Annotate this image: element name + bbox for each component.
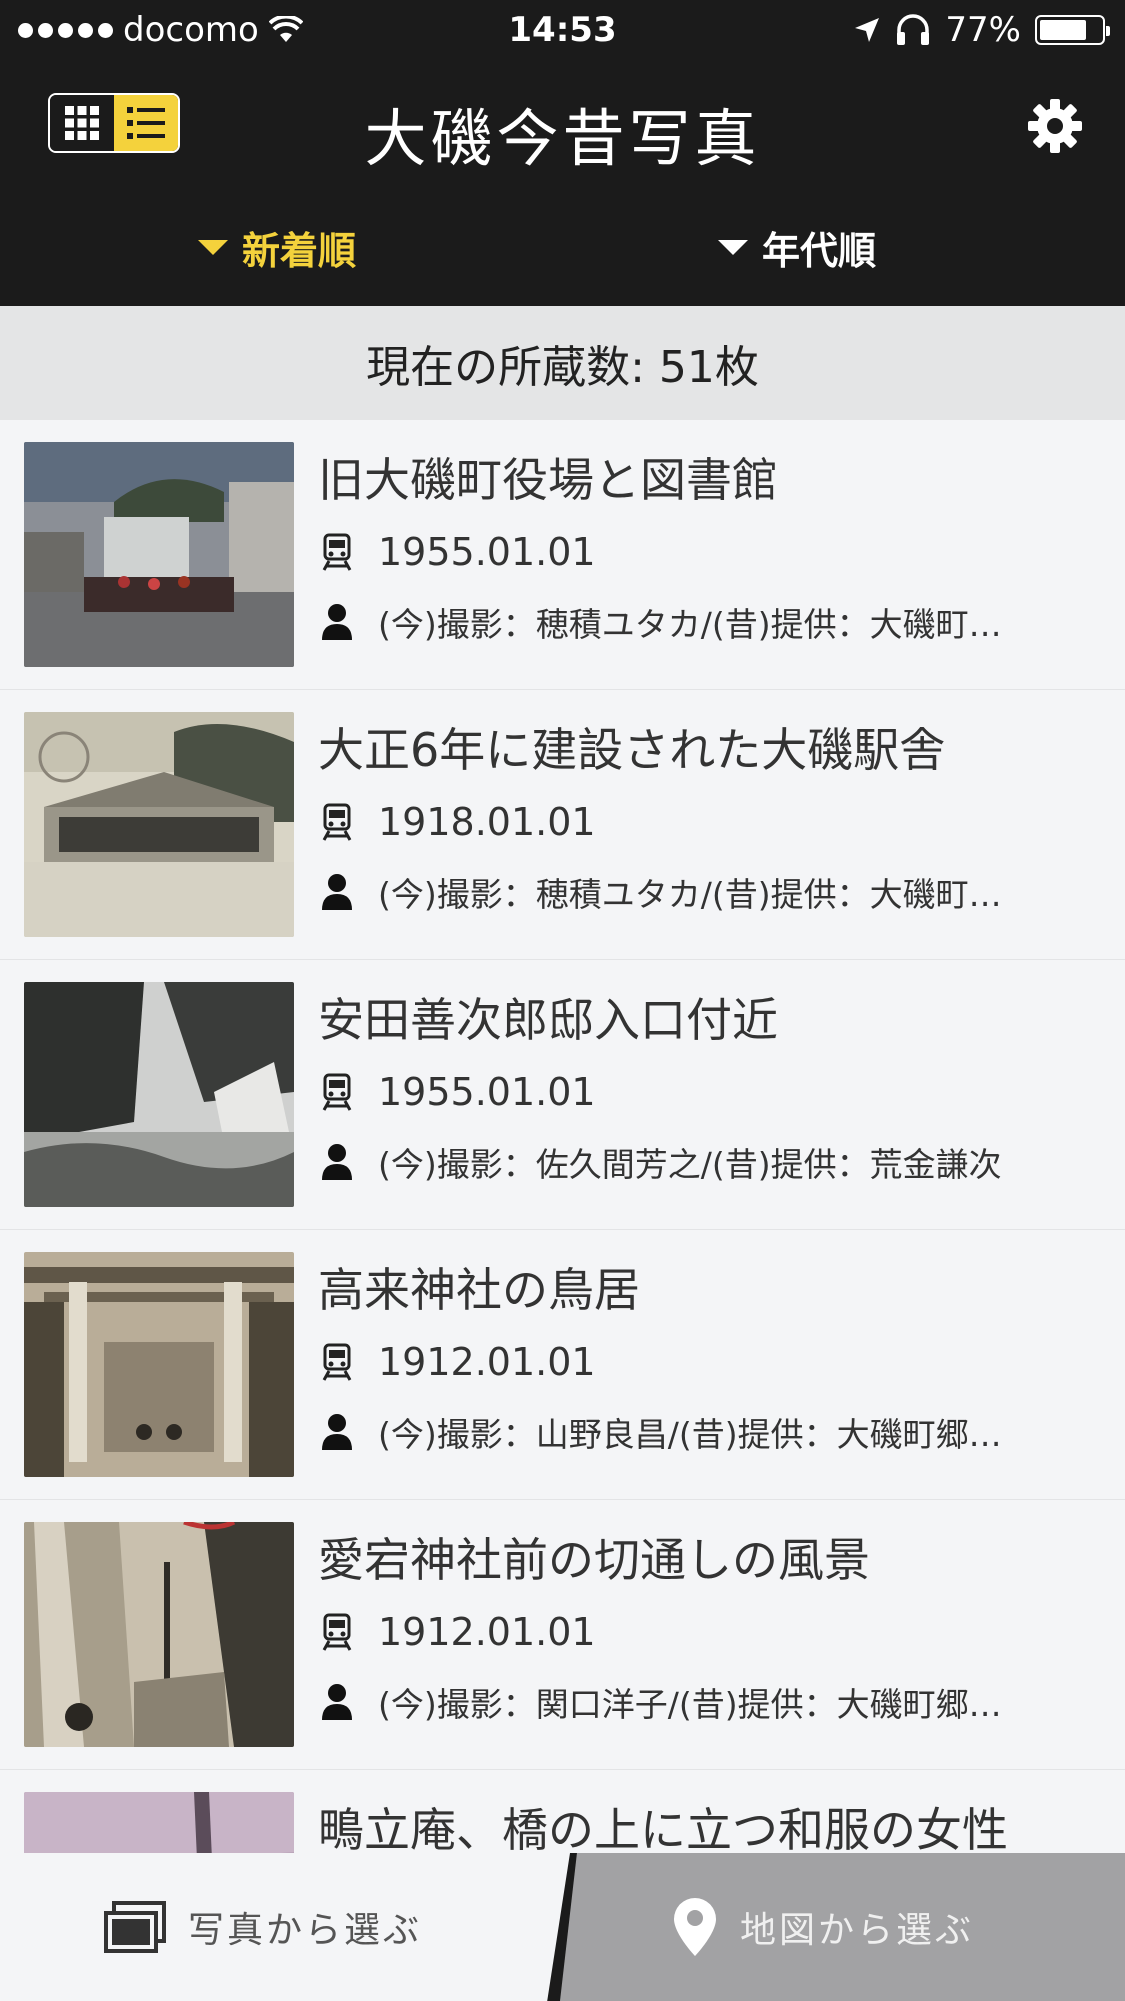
photo-date: 1912.01.01	[320, 1610, 596, 1654]
location-arrow-icon	[855, 18, 880, 42]
photo-credit: (今)撮影：穂積ユタカ/(昔)提供：大磯町…	[320, 598, 1100, 646]
photo-date: 1912.01.01	[320, 1340, 596, 1384]
photo-thumbnail[interactable]	[24, 442, 294, 667]
app-header: 大磯今昔写真 新着順 年代順	[0, 60, 1125, 306]
photo-list[interactable]: 旧大磯町役場と図書館 1955.01.01 (今)撮影：穂積ユタカ/(昔)提供：…	[0, 420, 1125, 1855]
photo-date-text: 1912.01.01	[378, 1340, 596, 1384]
sort-tab-era[interactable]: 年代順	[718, 220, 876, 275]
tab-label: 写真から選ぶ	[188, 1910, 423, 1951]
app-title: 大磯今昔写真	[364, 102, 761, 175]
map-pin-icon	[674, 1898, 716, 1956]
photo-date-text: 1955.01.01	[378, 530, 596, 574]
sort-tab-newest[interactable]: 新着順	[198, 220, 356, 275]
photo-credit-text: (今)撮影：佐久間芳之/(昔)提供：荒金謙次	[378, 1145, 1002, 1184]
photo-date-text: 1912.01.01	[378, 1610, 596, 1654]
photo-thumbnail[interactable]	[24, 1252, 294, 1477]
sort-tab-label: 年代順	[762, 229, 877, 273]
gear-icon[interactable]	[1027, 98, 1083, 154]
dropdown-triangle-icon	[198, 240, 228, 255]
dropdown-triangle-icon	[718, 240, 748, 255]
tab-select-by-map[interactable]: 地図から選ぶ	[560, 1853, 1125, 2001]
photo-credit-text: (今)撮影：関口洋子/(昔)提供：大磯町郷…	[378, 1685, 1002, 1724]
photo-thumbnail[interactable]	[24, 982, 294, 1207]
tab-select-by-photo[interactable]: 写真から選ぶ	[0, 1853, 570, 2001]
photo-thumbnail[interactable]	[24, 1522, 294, 1747]
sort-tab-label: 新着順	[242, 229, 357, 273]
list-item[interactable]: 愛宕神社前の切通しの風景 1912.01.01 (今)撮影：関口洋子/(昔)提供…	[0, 1500, 1125, 1770]
photo-title: 高来神社の鳥居	[318, 1263, 640, 1317]
photo-thumbnail[interactable]	[24, 712, 294, 937]
collection-count: 現在の所蔵数: 51枚	[0, 306, 1125, 420]
photo-title: 安田善次郎邸入口付近	[318, 993, 778, 1047]
photo-date: 1955.01.01	[320, 1070, 596, 1114]
photo-credit-text: (今)撮影：山野良昌/(昔)提供：大磯町郷…	[378, 1415, 1002, 1454]
photo-credit: (今)撮影：山野良昌/(昔)提供：大磯町郷…	[320, 1408, 1100, 1456]
headphones-icon	[897, 14, 930, 45]
train-icon	[322, 1073, 352, 1111]
photo-date: 1955.01.01	[320, 530, 596, 574]
photo-credit-text: (今)撮影：穂積ユタカ/(昔)提供：大磯町…	[378, 875, 1002, 914]
photo-title: 愛宕神社前の切通しの風景	[318, 1533, 870, 1587]
list-item[interactable]: 鴫立庵、橋の上に立つ和服の女性	[0, 1770, 1125, 1855]
battery-percent: 77%	[945, 10, 1021, 50]
list-item[interactable]: 安田善次郎邸入口付近 1955.01.01 (今)撮影：佐久間芳之/(昔)提供：…	[0, 960, 1125, 1230]
photo-credit: (今)撮影：佐久間芳之/(昔)提供：荒金謙次	[320, 1138, 1100, 1186]
train-icon	[322, 533, 352, 571]
list-item[interactable]: 大正6年に建設された大磯駅舎 1918.01.01 (今)撮影：穂積ユタカ/(昔…	[0, 690, 1125, 960]
photo-date-text: 1918.01.01	[378, 800, 596, 844]
photo-title: 旧大磯町役場と図書館	[318, 453, 778, 507]
person-icon	[322, 1414, 352, 1450]
person-icon	[322, 1684, 352, 1720]
sort-tabs: 新着順 年代順	[0, 220, 1125, 300]
person-icon	[322, 604, 352, 640]
photo-credit: (今)撮影：穂積ユタカ/(昔)提供：大磯町…	[320, 868, 1100, 916]
photo-credit: (今)撮影：関口洋子/(昔)提供：大磯町郷…	[320, 1678, 1100, 1726]
bottom-tab-bar: 写真から選ぶ 地図から選ぶ	[0, 1853, 1125, 2001]
person-icon	[322, 874, 352, 910]
train-icon	[322, 803, 352, 841]
person-icon	[322, 1144, 352, 1180]
list-item[interactable]: 旧大磯町役場と図書館 1955.01.01 (今)撮影：穂積ユタカ/(昔)提供：…	[0, 420, 1125, 690]
photo-thumbnail[interactable]	[24, 1792, 294, 1855]
photos-icon	[104, 1901, 166, 1953]
list-item[interactable]: 高来神社の鳥居 1912.01.01 (今)撮影：山野良昌/(昔)提供：大磯町郷…	[0, 1230, 1125, 1500]
tab-label: 地図から選ぶ	[740, 1910, 975, 1951]
status-bar: docomo 14:53 77%	[0, 0, 1125, 60]
photo-title: 鴫立庵、橋の上に立つ和服の女性	[318, 1803, 1008, 1855]
train-icon	[322, 1613, 352, 1651]
train-icon	[322, 1343, 352, 1381]
photo-date-text: 1955.01.01	[378, 1070, 596, 1114]
photo-title: 大正6年に建設された大磯駅舎	[318, 723, 946, 777]
photo-date: 1918.01.01	[320, 800, 596, 844]
battery-icon	[1035, 15, 1110, 45]
photo-credit-text: (今)撮影：穂積ユタカ/(昔)提供：大磯町…	[378, 605, 1002, 644]
